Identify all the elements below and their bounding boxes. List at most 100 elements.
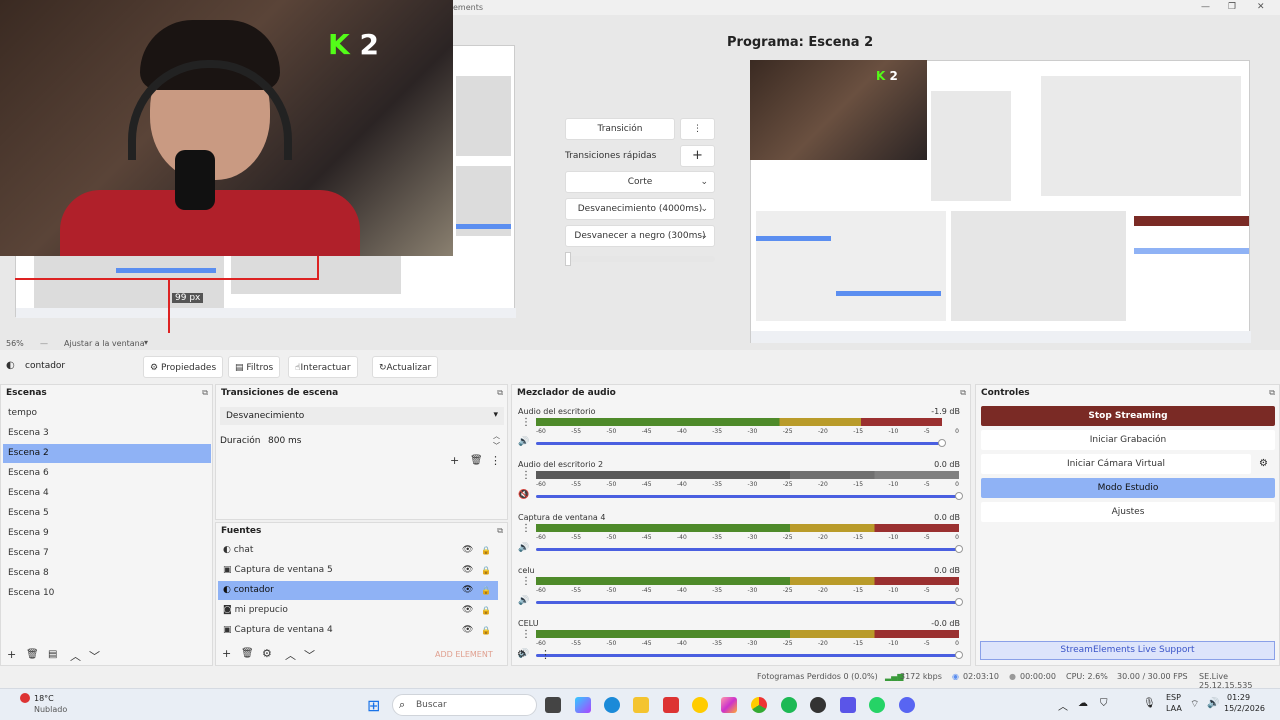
- settings-button[interactable]: Ajustes: [981, 502, 1275, 522]
- keyboard-layout[interactable]: LAA: [1166, 704, 1182, 713]
- volume-handle[interactable]: [938, 439, 946, 447]
- visibility-icon[interactable]: 👁: [462, 541, 473, 560]
- edge-icon[interactable]: [604, 697, 620, 713]
- move-down-icon[interactable]: ﹀: [304, 647, 315, 663]
- whatsapp-icon[interactable]: [869, 697, 885, 713]
- muted-speaker-icon[interactable]: 🔇: [518, 490, 529, 500]
- more-icon[interactable]: ⋮: [540, 648, 551, 661]
- volume-handle[interactable]: [955, 651, 963, 659]
- duration-input[interactable]: 800 ms ︿ ﹀: [262, 431, 502, 451]
- trash-icon[interactable]: 🗑: [241, 648, 254, 659]
- mic-icon[interactable]: 🎙: [1143, 698, 1156, 709]
- obs-icon[interactable]: [810, 697, 826, 713]
- gear-icon[interactable]: ⚙: [1259, 458, 1268, 469]
- channel-menu-icon[interactable]: ⋮: [521, 629, 531, 640]
- spotify-icon[interactable]: [781, 697, 797, 713]
- channel-menu-icon[interactable]: ⋮: [521, 576, 531, 587]
- popout-icon[interactable]: ⧉: [1269, 388, 1275, 398]
- scene-item[interactable]: Escena 3: [3, 424, 211, 443]
- volume-slider[interactable]: [536, 548, 959, 551]
- add-scene-icon[interactable]: +: [7, 648, 16, 661]
- move-down-icon[interactable]: ﹀: [89, 648, 100, 664]
- instagram-icon[interactable]: [721, 697, 737, 713]
- shield-icon[interactable]: ⛉: [1100, 698, 1108, 709]
- popout-icon[interactable]: ⧉: [960, 388, 966, 398]
- popout-icon[interactable]: ⧉: [497, 526, 503, 536]
- volume-handle[interactable]: [955, 492, 963, 500]
- popout-icon[interactable]: ⧉: [497, 388, 503, 398]
- volume-slider[interactable]: [536, 495, 959, 498]
- webcam-source[interactable]: [0, 0, 453, 256]
- app-icon[interactable]: [663, 697, 679, 713]
- chrome-icon[interactable]: [751, 697, 767, 713]
- chevron-down-icon[interactable]: ▾: [144, 338, 148, 347]
- language-code[interactable]: ESP: [1166, 693, 1181, 702]
- scene-item[interactable]: Escena 4: [3, 484, 211, 503]
- mixer-settings-icon[interactable]: ⚙: [517, 649, 526, 660]
- move-up-icon[interactable]: ︿: [285, 647, 296, 663]
- scene-item[interactable]: Escena 10: [3, 584, 211, 603]
- filter-icon[interactable]: ▤: [48, 649, 57, 660]
- lock-icon[interactable]: 🔒: [481, 541, 491, 560]
- trash-icon[interactable]: 🗑: [470, 455, 483, 466]
- volume-handle[interactable]: [955, 545, 963, 553]
- snapchat-icon[interactable]: [692, 697, 708, 713]
- add-source-icon[interactable]: +: [222, 647, 231, 660]
- volume-handle[interactable]: [955, 598, 963, 606]
- start-recording-button[interactable]: Iniciar Grabación: [981, 430, 1275, 450]
- tbar-handle[interactable]: [565, 252, 571, 266]
- quick-transition-fade-black[interactable]: Desvanecer a negro (300ms) ⌄: [565, 225, 715, 247]
- speaker-icon[interactable]: 🔊: [518, 543, 529, 553]
- minimize-icon[interactable]: —: [1201, 2, 1210, 12]
- source-item[interactable]: ◐ chat 👁 🔒: [218, 541, 498, 560]
- volume-icon[interactable]: 🔊: [1207, 698, 1219, 709]
- se-support-button[interactable]: StreamElements Live Support: [980, 641, 1275, 660]
- zoom-mode[interactable]: Ajustar a la ventana: [64, 339, 145, 348]
- wifi-icon[interactable]: ⌔: [1190, 698, 1199, 711]
- visibility-icon[interactable]: 👁: [462, 561, 473, 580]
- scene-item[interactable]: Escena 8: [3, 564, 211, 583]
- transition-button[interactable]: Transición: [565, 118, 675, 140]
- source-item[interactable]: ▣ Captura de ventana 4 👁 🔒: [218, 621, 498, 640]
- channel-menu-icon[interactable]: ⋮: [521, 417, 531, 428]
- chevron-up-icon[interactable]: ︿: [1058, 698, 1068, 713]
- volume-slider[interactable]: [536, 654, 959, 657]
- maximize-icon[interactable]: ❐: [1228, 2, 1236, 12]
- move-up-icon[interactable]: ︿: [70, 648, 81, 664]
- lock-icon[interactable]: 🔒: [481, 581, 491, 600]
- source-item[interactable]: ▣ Captura de ventana 5 👁 🔒: [218, 561, 498, 580]
- add-transition-icon[interactable]: +: [450, 454, 459, 467]
- refresh-button[interactable]: ↻Actualizar: [372, 356, 439, 378]
- properties-button[interactable]: ⚙ Propiedades: [143, 356, 224, 378]
- channel-menu-icon[interactable]: ⋮: [521, 523, 531, 534]
- channel-menu-icon[interactable]: ⋮: [521, 470, 531, 481]
- task-view-icon[interactable]: [545, 697, 561, 713]
- cloud-icon[interactable]: ☁: [1078, 698, 1088, 709]
- stepper-icon[interactable]: ︿ ﹀: [493, 431, 500, 451]
- volume-slider[interactable]: [536, 442, 942, 445]
- stop-streaming-button[interactable]: Stop Streaming: [981, 406, 1275, 426]
- scene-item[interactable]: tempo: [3, 404, 211, 423]
- weather-temp[interactable]: 18°C: [34, 694, 54, 703]
- weather-desc[interactable]: Nublado: [34, 705, 67, 714]
- clock-date[interactable]: 15/2/2026: [1224, 704, 1265, 713]
- scene-item[interactable]: Escena 6: [3, 464, 211, 483]
- more-icon[interactable]: ⋮: [490, 454, 501, 467]
- studio-mode-button[interactable]: Modo Estudio: [981, 478, 1275, 498]
- filters-button[interactable]: ▤ Filtros: [228, 356, 281, 378]
- scene-item[interactable]: Escena 2: [3, 444, 211, 463]
- add-quick-transition-icon[interactable]: +: [680, 145, 715, 167]
- gear-icon[interactable]: ⚙: [262, 647, 272, 660]
- speaker-icon[interactable]: 🔊: [518, 596, 529, 606]
- windows-start-icon[interactable]: ⊞: [367, 696, 380, 715]
- file-explorer-icon[interactable]: [633, 697, 649, 713]
- add-element-button[interactable]: ADD ELEMENT: [435, 650, 493, 659]
- taskbar-search[interactable]: [392, 694, 537, 716]
- scene-item[interactable]: Escena 9: [3, 524, 211, 543]
- transition-select[interactable]: Desvanecimiento ▾: [220, 407, 504, 425]
- visibility-icon[interactable]: 👁: [462, 621, 473, 640]
- source-item[interactable]: ◙ mi prepucio 👁 🔒: [218, 601, 498, 620]
- app-icon[interactable]: [840, 697, 856, 713]
- lock-icon[interactable]: 🔒: [481, 601, 491, 620]
- transition-menu-icon[interactable]: ⋮: [680, 118, 715, 140]
